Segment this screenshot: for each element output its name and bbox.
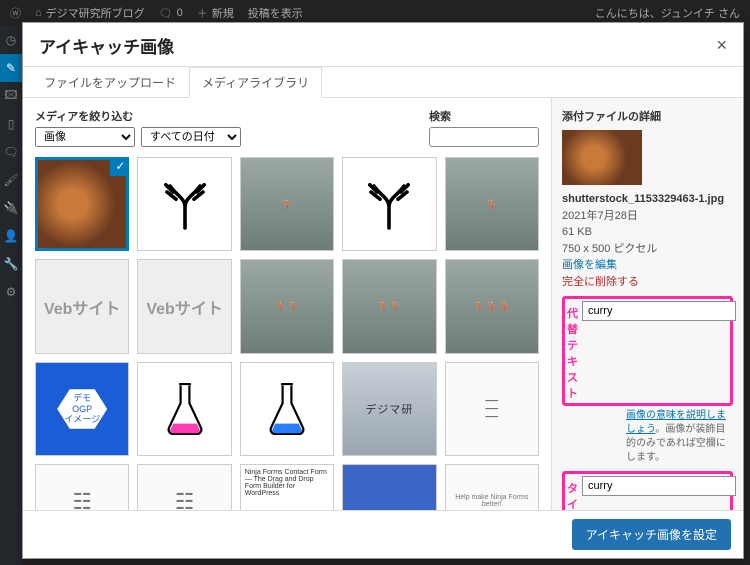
attachment-thumb[interactable]: 🦌🦌: [342, 259, 436, 353]
site-link[interactable]: ⌂デジマ研究所ブログ: [35, 5, 145, 21]
modal-tabs: ファイルをアップロード メディアライブラリ: [23, 66, 743, 98]
attachment-thumb[interactable]: [342, 464, 436, 510]
media-modal: アイキャッチ画像 × ファイルをアップロード メディアライブラリ メディアを絞り…: [22, 22, 744, 559]
attachment-thumb[interactable]: 🦌: [240, 157, 334, 251]
search-input[interactable]: [429, 127, 539, 147]
edit-image-link[interactable]: 画像を編集: [562, 257, 733, 274]
details-heading: 添付ファイルの詳細: [562, 108, 733, 124]
meta-filename: shutterstock_1153329463-1.jpg: [562, 191, 733, 208]
attachment-thumb[interactable]: デジマ研: [342, 362, 436, 456]
comments-icon[interactable]: 🗨: [0, 138, 22, 166]
attachment-thumb[interactable]: Vebサイト: [35, 259, 129, 353]
meta-size: 61 KB: [562, 224, 733, 241]
filter-heading: メディアを絞り込む: [35, 108, 241, 124]
attachment-thumb[interactable]: Vebサイト: [137, 259, 231, 353]
attachment-thumb[interactable]: Help make Ninja Forms better!: [445, 464, 539, 510]
search-label: 検索: [429, 108, 539, 124]
new-link[interactable]: ＋新規: [197, 5, 234, 21]
title-input[interactable]: [582, 476, 736, 496]
filter-date-select[interactable]: すべての日付: [141, 127, 241, 147]
title-label: タイトル: [567, 476, 578, 510]
attachment-thumb[interactable]: ✓: [35, 157, 129, 251]
alt-hint: 画像の意味を説明しましょう。画像が装飾目的のみであれば空欄にします。: [562, 409, 733, 465]
attachment-thumb[interactable]: 🦌🦌: [240, 259, 334, 353]
plus-icon: ＋: [197, 5, 208, 21]
alt-label: 代替テキスト: [567, 301, 578, 401]
alt-text-row: 代替テキスト: [562, 296, 733, 406]
attachment-thumb[interactable]: [342, 157, 436, 251]
main-panel: メディアを絞り込む 画像 すべての日付 検索 ✓ 🦌 🦌: [23, 98, 551, 510]
users-icon[interactable]: 👤: [0, 222, 22, 250]
details-thumbnail: [562, 130, 642, 185]
alt-text-input[interactable]: [582, 301, 736, 321]
plugins-icon[interactable]: 🔌: [0, 194, 22, 222]
attachment-thumb[interactable]: [137, 362, 231, 456]
modal-title: アイキャッチ画像: [39, 33, 174, 58]
tab-upload[interactable]: ファイルをアップロード: [31, 67, 189, 98]
meta-date: 2021年7月28日: [562, 208, 733, 225]
view-posts-link[interactable]: 投稿を表示: [248, 5, 303, 21]
dashboard-icon[interactable]: ◷: [0, 26, 22, 54]
attachment-thumb[interactable]: Ninja Forms Contact Form — The Drag and …: [240, 464, 334, 510]
attachment-meta: shutterstock_1153329463-1.jpg 2021年7月28日…: [562, 191, 733, 290]
posts-icon[interactable]: ✎: [0, 54, 22, 82]
attachment-thumb[interactable]: ▬ ▬▬ ▬▬ ▬: [137, 464, 231, 510]
attachment-details: 添付ファイルの詳細 shutterstock_1153329463-1.jpg …: [551, 98, 743, 510]
attachment-thumb[interactable]: 🦌: [445, 157, 539, 251]
attachment-thumb[interactable]: ▬ ▬▬ ▬▬ ▬: [35, 464, 129, 510]
wp-logo-icon[interactable]: ⓦ: [10, 5, 21, 21]
filter-type-select[interactable]: 画像: [35, 127, 135, 147]
tools-icon[interactable]: 🔧: [0, 250, 22, 278]
delete-link[interactable]: 完全に削除する: [562, 274, 733, 291]
attachment-thumb[interactable]: ━━━━━━━━━: [445, 362, 539, 456]
meta-dimensions: 750 x 500 ピクセル: [562, 241, 733, 258]
settings-icon[interactable]: ⚙: [0, 278, 22, 306]
attachment-thumb[interactable]: [137, 157, 231, 251]
media-icon[interactable]: 🖾: [0, 82, 22, 110]
tab-library[interactable]: メディアライブラリ: [189, 67, 322, 98]
appearance-icon[interactable]: 🖌: [0, 166, 22, 194]
attachment-thumb[interactable]: 🦌🦌🦌: [445, 259, 539, 353]
comment-icon: 🗨: [159, 7, 173, 20]
pages-icon[interactable]: ▯: [0, 110, 22, 138]
modal-footer: アイキャッチ画像を設定: [23, 510, 743, 558]
attachment-thumb[interactable]: [240, 362, 334, 456]
title-row: タイトル: [562, 471, 733, 510]
greeting[interactable]: こんにちは、ジュンイチ さん: [595, 5, 740, 21]
modal-header: アイキャッチ画像 ×: [23, 23, 743, 67]
set-featured-button[interactable]: アイキャッチ画像を設定: [572, 519, 731, 550]
admin-sidebar: ◷ ✎ 🖾 ▯ 🗨 🖌 🔌 👤 🔧 ⚙: [0, 26, 22, 565]
comments-link[interactable]: 🗨0: [159, 7, 183, 20]
attachments-grid: ✓ 🦌 🦌 Vebサイト Vebサイト 🦌🦌 🦌🦌 🦌🦌🦌 デモOGPイメージ …: [35, 157, 539, 510]
home-icon: ⌂: [35, 7, 42, 19]
close-icon[interactable]: ×: [716, 35, 727, 56]
attachment-thumb[interactable]: デモOGPイメージ: [35, 362, 129, 456]
check-icon: ✓: [110, 157, 129, 176]
